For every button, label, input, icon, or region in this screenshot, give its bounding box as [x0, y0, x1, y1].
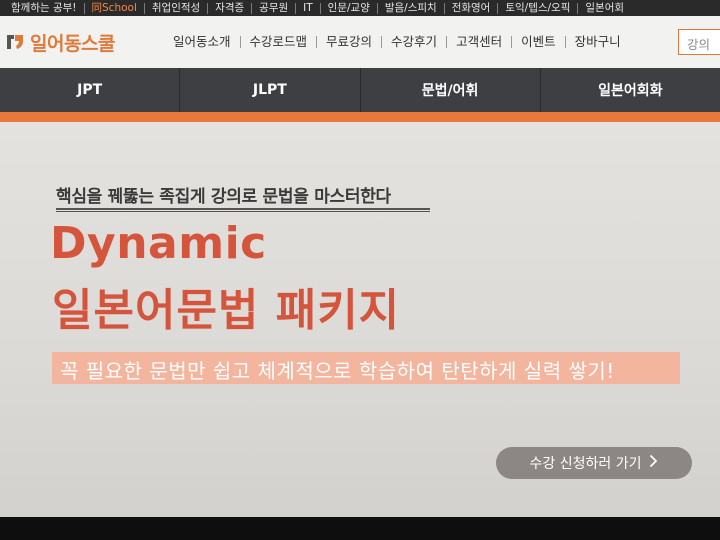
bottom-strip — [0, 517, 720, 540]
topbar-link-speech[interactable]: 발음/스피치 — [378, 2, 445, 14]
category-tab-grammar[interactable]: 문법/어휘 — [361, 68, 541, 112]
category-accent-line — [0, 112, 720, 122]
logo-icon — [4, 31, 26, 53]
logo-text: 일어동스쿨 — [30, 32, 115, 55]
category-tab-jlpt[interactable]: JLPT — [180, 68, 361, 112]
nav-item-events[interactable]: 이벤트 — [512, 35, 566, 48]
search-input[interactable]: 강의 — [678, 29, 720, 55]
category-tab-jpt[interactable]: JPT — [0, 68, 181, 112]
topbar-slogan: 함께하는 공부! — [4, 2, 85, 14]
enroll-button-label: 수강 신청하러 가기 — [529, 456, 642, 472]
banner-subtitle: 꼭 필요한 문법만 쉽고 체계적으로 학습하여 탄탄하게 실력 쌓기! — [60, 359, 615, 383]
topbar-link-phone-english[interactable]: 전화영어 — [445, 2, 499, 14]
top-utility-bar: 함께하는 공부! 同School 취업인적성 자격증 공무원 IT 인문/교양 … — [0, 0, 720, 16]
enroll-button[interactable]: 수강 신청하러 가기 — [496, 447, 692, 479]
banner-tagline: 핵심을 꿰뚫는 족집게 강의로 문법을 마스터한다 — [56, 187, 391, 207]
topbar-link-japanese[interactable]: 일본어회 — [578, 2, 631, 14]
hero-banner: 핵심을 꿰뚫는 족집게 강의로 문법을 마스터한다 Dynamic 일본어문법 … — [0, 122, 720, 517]
site-logo[interactable]: 일어동스쿨 — [4, 29, 154, 56]
category-nav: JPT JLPT 문법/어휘 일본어회화 — [0, 68, 720, 112]
category-tab-conversation[interactable]: 일본어회화 — [541, 68, 720, 112]
chevron-right-icon — [649, 454, 658, 472]
topbar-link-toeic[interactable]: 토익/텝스/오픽 — [498, 2, 579, 14]
nav-item-roadmap[interactable]: 수강로드맵 — [241, 35, 318, 48]
topbar-link-humanities[interactable]: 인문/교양 — [321, 2, 378, 14]
tagline-underline — [56, 208, 430, 212]
site-header: 일어동스쿨 일어동소개 수강로드맵 무료강의 수강후기 고객센터 이벤트 장바구… — [0, 16, 720, 68]
banner-title-korean: 일본어문법 패키지 — [52, 285, 401, 336]
topbar-link-school[interactable]: 同School — [85, 2, 145, 14]
nav-item-about[interactable]: 일어동소개 — [164, 35, 241, 48]
banner-title-english: Dynamic — [50, 218, 267, 269]
topbar-link-certificate[interactable]: 자격증 — [208, 2, 253, 14]
main-nav: 일어동소개 수강로드맵 무료강의 수강후기 고객센터 이벤트 장바구니 — [164, 35, 630, 48]
nav-item-cart[interactable]: 장바구니 — [566, 35, 630, 48]
nav-item-reviews[interactable]: 수강후기 — [382, 35, 448, 48]
topbar-link-civil-service[interactable]: 공무원 — [252, 2, 297, 14]
topbar-link-it[interactable]: IT — [296, 2, 321, 14]
nav-item-free-lectures[interactable]: 무료강의 — [317, 35, 383, 48]
nav-item-support[interactable]: 고객센터 — [447, 35, 513, 48]
topbar-link-career[interactable]: 취업인적성 — [145, 2, 209, 14]
